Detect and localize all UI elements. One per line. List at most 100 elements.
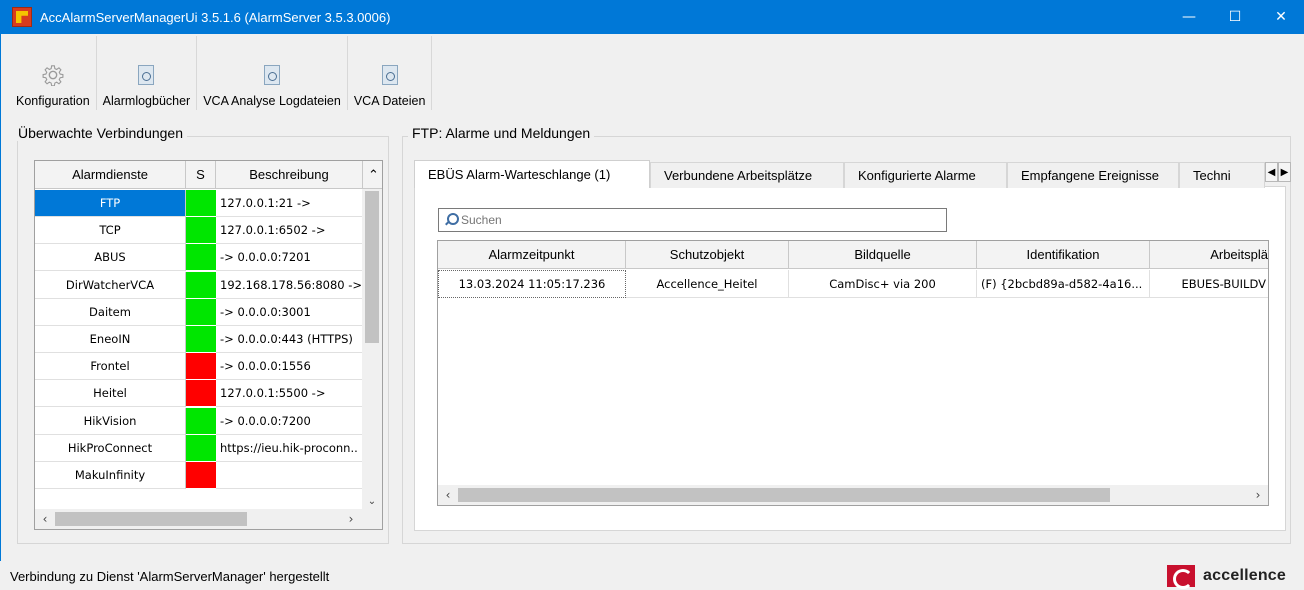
list-item[interactable]: Daitem -> 0.0.0.0:3001: [35, 298, 363, 326]
search-icon: [445, 213, 459, 227]
column-header-status[interactable]: S: [186, 161, 216, 189]
list-item[interactable]: HikProConnect https://ieu.hik-proconn..: [35, 434, 363, 462]
search-box[interactable]: [438, 208, 947, 232]
column-header-image-source[interactable]: Bildquelle: [789, 241, 977, 269]
list-item[interactable]: Frontel -> 0.0.0.0:1556: [35, 353, 363, 381]
cell-workstation[interactable]: EBUES-BUILDV: [1150, 270, 1268, 298]
minimize-button[interactable]: —: [1166, 0, 1212, 34]
service-name[interactable]: MakuInfinity: [35, 462, 186, 489]
gear-icon: [42, 65, 64, 86]
scroll-up-button[interactable]: ⌃: [363, 161, 382, 189]
list-item[interactable]: ABUS -> 0.0.0.0:7201: [35, 244, 363, 272]
grid-header: Alarmzeitpunkt Schutzobjekt Bildquelle I…: [438, 241, 1268, 269]
toolbar-label: VCA Analyse Logdateien: [203, 94, 341, 108]
title-bar[interactable]: AccAlarmServerManagerUi 3.5.1.6 (AlarmSe…: [0, 0, 1304, 34]
status-indicator: [186, 217, 216, 245]
column-header-protected-object[interactable]: Schutzobjekt: [626, 241, 789, 269]
configuration-button[interactable]: Konfiguration: [10, 36, 97, 110]
status-indicator: [186, 353, 216, 381]
grid-header: Alarmdienste S Beschreibung ⌃: [35, 161, 382, 189]
list-item[interactable]: MakuInfinity: [35, 462, 363, 489]
vertical-scrollbar[interactable]: ⌄: [362, 189, 382, 511]
accellence-logo: accellence: [1167, 565, 1286, 589]
service-description[interactable]: 127.0.0.1:5500 ->: [216, 380, 363, 408]
service-name[interactable]: HikProConnect: [35, 434, 186, 462]
column-header-workstation[interactable]: Arbeitsplä: [1150, 241, 1268, 269]
horizontal-scrollbar[interactable]: ‹ ›: [438, 485, 1268, 505]
service-description[interactable]: https://ieu.hik-proconn..: [216, 435, 363, 462]
alarms-grid[interactable]: Alarmzeitpunkt Schutzobjekt Bildquelle I…: [437, 240, 1269, 506]
scroll-right-button[interactable]: ›: [341, 509, 361, 529]
tab-configured-alarms[interactable]: Konfigurierte Alarme: [844, 162, 1007, 188]
maximize-button[interactable]: ☐: [1212, 0, 1258, 34]
toolbar-label: Konfiguration: [16, 94, 90, 108]
service-description[interactable]: 192.168.178.56:8080 ->: [216, 272, 363, 299]
list-item[interactable]: EneoIN -> 0.0.0.0:443 (HTTPS): [35, 326, 363, 353]
column-header-alarm-time[interactable]: Alarmzeitpunkt: [438, 241, 626, 269]
column-header-description[interactable]: Beschreibung: [216, 161, 363, 189]
close-button[interactable]: ✕: [1258, 0, 1304, 34]
service-name[interactable]: HikVision: [35, 407, 186, 435]
list-item[interactable]: TCP 127.0.0.1:6502 ->: [35, 217, 363, 245]
tab-alarm-queue[interactable]: EBÜS Alarm-Warteschlange (1): [414, 160, 650, 188]
search-input[interactable]: [461, 213, 941, 227]
tab-technical[interactable]: Techni: [1179, 162, 1265, 188]
status-indicator: [186, 407, 216, 435]
logo-text: accellence: [1203, 567, 1286, 584]
list-item[interactable]: FTP 127.0.0.1:21 ->: [35, 190, 363, 217]
cell-image-source[interactable]: CamDisc+ via 200: [789, 270, 977, 298]
document-icon: [264, 65, 281, 85]
status-text: Verbindung zu Dienst 'AlarmServerManager…: [10, 569, 330, 584]
table-row[interactable]: 13.03.2024 11:05:17.236 Accellence_Heite…: [438, 270, 1268, 298]
vca-files-button[interactable]: VCA Dateien: [348, 36, 432, 110]
service-description[interactable]: -> 0.0.0.0:443 (HTTPS): [216, 326, 363, 353]
service-description[interactable]: -> 0.0.0.0:7200: [216, 408, 363, 435]
tab-connected-workstations[interactable]: Verbundene Arbeitsplätze: [650, 162, 844, 188]
column-header-services[interactable]: Alarmdienste: [35, 161, 186, 189]
cell-protected-object[interactable]: Accellence_Heitel: [626, 270, 789, 298]
alarm-logbooks-button[interactable]: Alarmlogbücher: [97, 36, 198, 110]
status-indicator: [186, 298, 216, 326]
toolbar-label: Alarmlogbücher: [102, 94, 191, 108]
scrollbar-thumb[interactable]: [55, 512, 247, 526]
list-item[interactable]: Heitel 127.0.0.1:5500 ->: [35, 380, 363, 408]
scroll-left-button[interactable]: ‹: [35, 509, 55, 529]
scrollbar-thumb[interactable]: [458, 488, 1110, 502]
service-description[interactable]: -> 0.0.0.0:1556: [216, 353, 363, 381]
service-description[interactable]: 127.0.0.1:21 ->: [216, 190, 363, 217]
service-description[interactable]: [216, 462, 363, 489]
service-name[interactable]: ABUS: [35, 244, 186, 272]
tab-received-events[interactable]: Empfangene Ereignisse: [1007, 162, 1179, 188]
service-description[interactable]: 127.0.0.1:6502 ->: [216, 217, 363, 245]
service-description[interactable]: -> 0.0.0.0:7201: [216, 244, 363, 272]
scrollbar-thumb[interactable]: [365, 191, 379, 343]
service-name[interactable]: Daitem: [35, 298, 186, 326]
tab-scroll-buttons: ◀ ▶: [1265, 162, 1291, 182]
tab-scroll-right-icon[interactable]: ▶: [1278, 162, 1291, 182]
service-name[interactable]: EneoIN: [35, 326, 186, 353]
vca-analysis-logs-button[interactable]: VCA Analyse Logdateien: [197, 36, 348, 110]
horizontal-scrollbar[interactable]: ‹ ›: [35, 509, 382, 529]
service-description[interactable]: -> 0.0.0.0:3001: [216, 299, 363, 326]
column-header-identification[interactable]: Identifikation: [977, 241, 1150, 269]
connections-title: Überwachte Verbindungen: [16, 125, 188, 141]
status-indicator: [186, 326, 216, 353]
list-item[interactable]: HikVision -> 0.0.0.0:7200: [35, 407, 363, 435]
status-indicator: [186, 271, 216, 299]
service-name[interactable]: Heitel: [35, 380, 186, 408]
cell-alarm-time[interactable]: 13.03.2024 11:05:17.236: [438, 270, 626, 298]
service-name[interactable]: Frontel: [35, 353, 186, 381]
list-item[interactable]: DirWatcherVCA 192.168.178.56:8080 ->: [35, 271, 363, 299]
cell-identification[interactable]: (F) {2bcbd89a-d582-4a16...: [977, 270, 1150, 298]
connections-grid[interactable]: Alarmdienste S Beschreibung ⌃ FTP 127.0.0…: [34, 160, 383, 530]
status-indicator: [186, 190, 216, 217]
scroll-down-button[interactable]: ⌄: [362, 491, 382, 511]
service-name[interactable]: TCP: [35, 217, 186, 245]
tab-scroll-left-icon[interactable]: ◀: [1265, 162, 1278, 182]
scroll-left-button[interactable]: ‹: [438, 485, 458, 505]
scroll-right-button[interactable]: ›: [1248, 485, 1268, 505]
window-title: AccAlarmServerManagerUi 3.5.1.6 (AlarmSe…: [40, 9, 391, 25]
status-indicator: [186, 434, 216, 462]
service-name[interactable]: DirWatcherVCA: [35, 271, 186, 299]
service-name[interactable]: FTP: [35, 190, 186, 217]
